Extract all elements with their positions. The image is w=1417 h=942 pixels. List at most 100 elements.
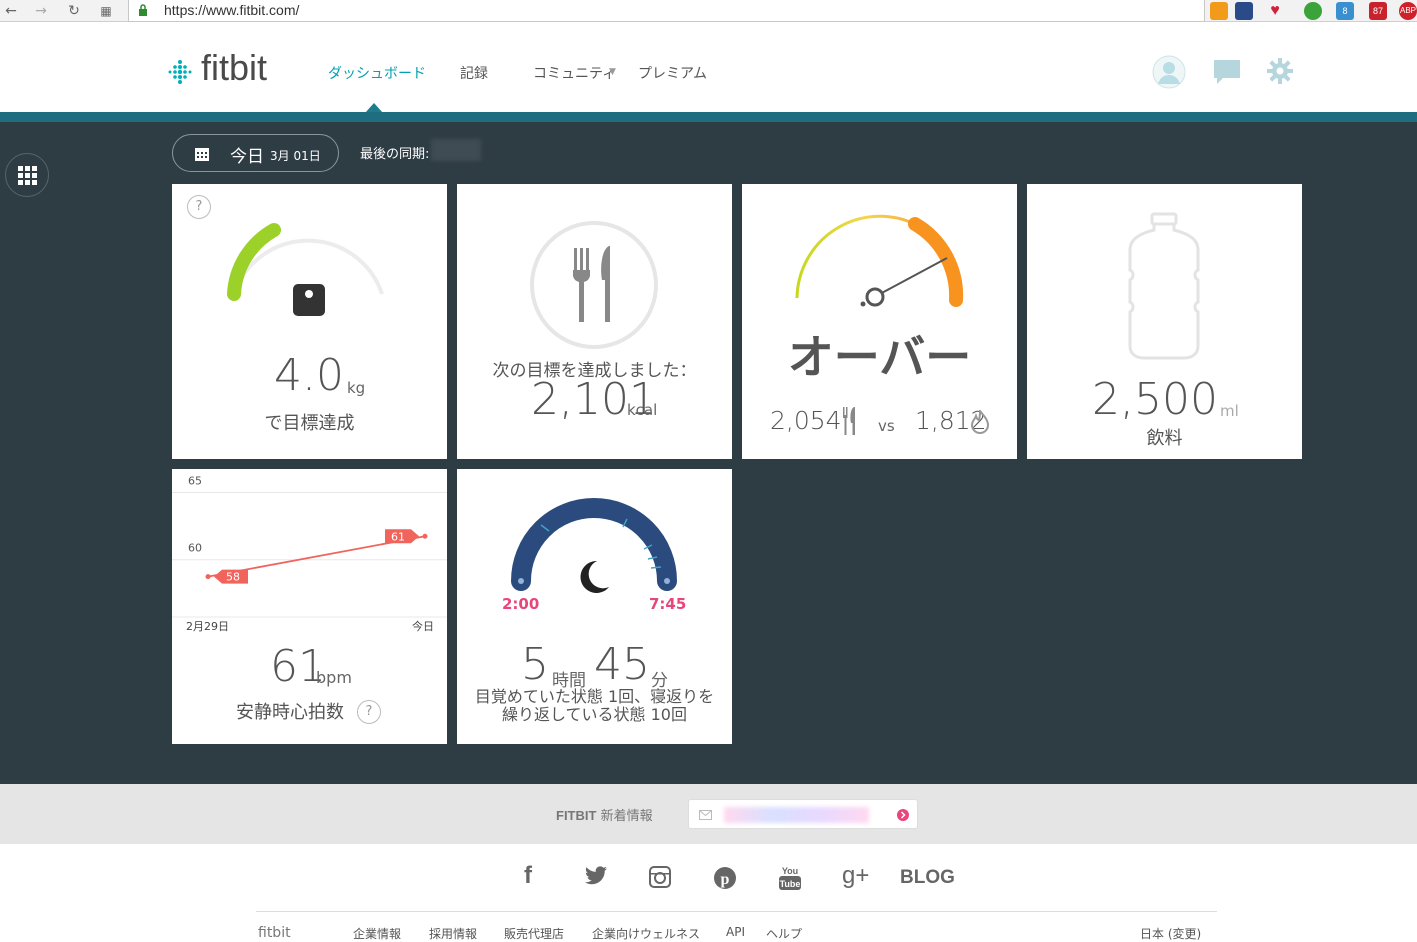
heart-rate-unit: bpm: [316, 668, 352, 687]
fork-knife-icon: [843, 407, 855, 435]
scale-icon: [293, 284, 325, 316]
last-sync-label: 最後の同期:: [360, 147, 430, 162]
twitter-icon[interactable]: [584, 866, 608, 886]
data-label: 58: [226, 571, 240, 584]
newsletter-brand: FITBIT: [556, 808, 597, 823]
back-arrow-icon[interactable]: ←: [2, 2, 20, 20]
sleep-caption-line1: 目覚めていた状態 1回、寝返りを: [474, 687, 715, 706]
teal-divider: [0, 112, 1417, 122]
weight-tile[interactable]: ? 4.0 kg で目標達成: [172, 184, 447, 459]
sleep-caption-line2: 繰り返している状態 10回: [502, 705, 687, 724]
tile-menu-button[interactable]: [5, 153, 49, 197]
data-point: [422, 533, 428, 539]
sleep-tile[interactable]: 2:00 7:45 5 時間 45 分 目覚めていた状態 1回、寝返りを 繰り返…: [457, 469, 732, 744]
settings-gear-icon[interactable]: [1267, 58, 1293, 84]
logo-text: fitbit: [201, 47, 268, 88]
heart-rate-caption: 安静時心拍数: [236, 702, 344, 723]
water-tile[interactable]: 2,500 ml 飲料: [1027, 184, 1302, 459]
calories-in-value: 2,054: [770, 406, 842, 435]
today-label: 今日: [230, 147, 264, 167]
email-value-redacted: [724, 807, 869, 823]
food-tile[interactable]: 次の目標を達成しました： 2,101 kcal: [457, 184, 732, 459]
x-start-label: 2月29日: [186, 620, 229, 633]
address-bar[interactable]: https://www.fitbit.com/: [128, 0, 1205, 22]
footer-link-help[interactable]: ヘルプ: [766, 925, 802, 942]
heart-rate-chart: 65 60 58 61 2月29日 今日: [172, 474, 447, 633]
footer-link-api[interactable]: API: [726, 925, 745, 939]
sleep-start-time: 2:00: [502, 595, 540, 613]
date-label: 3月 01日: [270, 149, 321, 163]
lock-icon: [139, 4, 147, 16]
footer-link-retailers[interactable]: 販売代理店: [504, 925, 564, 942]
fitbit-dots-icon: [168, 60, 192, 84]
google-plus-icon[interactable]: g+: [842, 862, 869, 890]
water-caption: 飲料: [1146, 428, 1183, 449]
newsletter-label: FITBIT 新着情報: [556, 805, 653, 824]
footer-logo[interactable]: fitbit: [258, 925, 291, 941]
ghost-extension-icon[interactable]: 8: [1336, 2, 1354, 20]
footer-link-careers[interactable]: 採用情報: [429, 925, 477, 942]
facebook-icon[interactable]: f: [524, 862, 532, 890]
calorie-status: オーバー: [787, 330, 972, 384]
food-goal-ring: [530, 221, 658, 349]
youtube-icon[interactable]: You Tube: [778, 863, 802, 891]
chevron-down-icon: ▼: [609, 67, 616, 77]
newsletter-bar: FITBIT 新着情報: [0, 784, 1417, 844]
calendar-icon: [195, 148, 209, 161]
grid-icon: [18, 166, 37, 185]
nav-dashboard[interactable]: ダッシュボード: [328, 63, 426, 83]
forward-arrow-icon[interactable]: →: [32, 2, 50, 20]
water-bottle-icon: [1128, 212, 1200, 360]
messages-icon[interactable]: [1213, 59, 1241, 85]
help-icon[interactable]: ?: [357, 700, 381, 724]
resting-heart-rate-tile[interactable]: 65 60 58 61 2月29日 今日 61 bpm 安静時心拍数 ?: [172, 469, 447, 744]
sleep-minutes-value: 45: [594, 639, 650, 690]
weight-value: 4.0: [274, 350, 344, 401]
adblock-icon[interactable]: ABP: [1399, 2, 1417, 20]
calorie-gauge: [795, 214, 964, 307]
reload-icon[interactable]: ↻: [65, 2, 83, 20]
flame-icon: [971, 410, 989, 434]
dashboard-area: 今日 3月 01日 最後の同期: ? 4.0 kg で目標達成 次の目標を達成し…: [0, 122, 1417, 784]
data-label: 61: [391, 530, 405, 543]
submit-arrow-icon[interactable]: [896, 808, 910, 822]
nav-premium[interactable]: プレミアム: [638, 63, 707, 83]
envelope-icon: [699, 810, 712, 820]
svg-text:You: You: [782, 866, 798, 876]
sleep-end-time: 7:45: [649, 595, 687, 613]
sleep-hours-value: 5: [521, 639, 549, 690]
footer-divider: [256, 911, 1217, 912]
date-selector[interactable]: 今日 3月 01日: [172, 134, 339, 172]
heart-extension-icon[interactable]: ♥: [1266, 2, 1284, 20]
calorie-balance-tile[interactable]: オーバー 2,054 vs 1,812: [742, 184, 1017, 459]
y-tick-label: 60: [188, 542, 202, 555]
nav-log[interactable]: 記録: [460, 63, 488, 83]
browser-toolbar: ← → ↻ ▦ https://www.fitbit.com/ ♥ 8 87 A…: [0, 0, 1417, 22]
food-kcal-unit: kcal: [627, 401, 658, 419]
site-header: fitbit ダッシュボード 記録 コミュニティ ▼ プレミアム: [0, 23, 1417, 112]
instagram-icon[interactable]: [649, 866, 671, 888]
last-sync-value-redacted: [431, 139, 481, 161]
mail-extension-icon[interactable]: 87: [1369, 2, 1387, 20]
footer-link-company[interactable]: 企業情報: [353, 925, 401, 942]
footer-language[interactable]: 日本 (変更): [1140, 925, 1201, 942]
pinterest-icon[interactable]: p: [713, 866, 737, 890]
screen-extension-icon[interactable]: [1235, 2, 1253, 20]
newsletter-text: 新着情報: [600, 809, 653, 824]
fox-extension-icon[interactable]: [1210, 2, 1228, 20]
vs-label: vs: [878, 417, 895, 435]
refresh-extension-icon[interactable]: [1304, 2, 1322, 20]
nav-community[interactable]: コミュニティ: [533, 63, 616, 83]
blog-link[interactable]: BLOG: [900, 867, 955, 889]
help-icon[interactable]: ?: [187, 195, 211, 219]
water-value: 2,500: [1092, 374, 1218, 425]
footer-link-wellness[interactable]: 企業向けウェルネス: [592, 925, 700, 942]
apps-icon[interactable]: ▦: [97, 2, 115, 20]
water-unit: ml: [1220, 402, 1239, 420]
y-tick-label: 65: [188, 474, 202, 487]
svg-text:p: p: [721, 871, 730, 888]
moon-icon: [580, 560, 609, 593]
data-point: [205, 574, 211, 580]
newsletter-email-input[interactable]: [688, 799, 918, 829]
avatar-icon[interactable]: [1152, 55, 1186, 89]
